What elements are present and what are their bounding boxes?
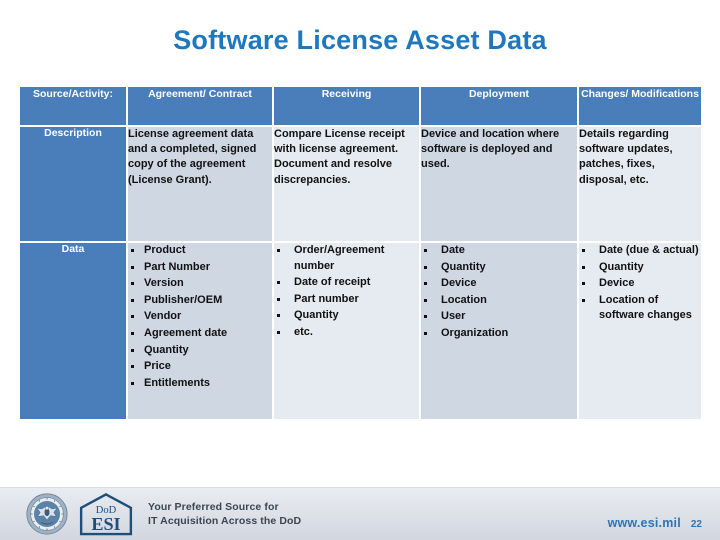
list-item: Quantity (128, 343, 272, 359)
footer-branding: DoD ESI Your Preferred Source for IT Acq… (26, 492, 301, 536)
list-item: Product (128, 243, 272, 259)
list-item: Entitlements (128, 376, 272, 392)
bullet-list-deployment: Date Quantity Device Location User Organ… (421, 243, 577, 342)
list-item: Date (due & actual) (579, 243, 701, 259)
list-item: Publisher/OEM (128, 293, 272, 309)
page-title: Software License Asset Data (173, 25, 547, 55)
column-header-deployment: Deployment (421, 87, 577, 125)
software-license-asset-table: Source/Activity: Agreement/ Contract Rec… (18, 85, 701, 421)
list-item: Quantity (274, 308, 419, 324)
footer-tagline-line2: IT Acquisition Across the DoD (148, 515, 302, 527)
table-row-description: Description License agreement data and a… (20, 127, 701, 241)
column-header-source-activity: Source/Activity: (20, 87, 126, 125)
list-item: Vendor (128, 309, 272, 325)
list-item: Part number (274, 292, 419, 308)
list-item: Location of software changes (579, 293, 701, 324)
list-item: Version (128, 276, 272, 292)
list-item: Price (128, 359, 272, 375)
list-item: Date of receipt (274, 275, 419, 291)
list-item: Date (421, 243, 577, 259)
list-item: Order/Agreement number (274, 243, 419, 274)
list-item: User (421, 309, 577, 325)
footer-meta: www.esi.mil 22 (608, 516, 702, 530)
list-item: Quantity (579, 260, 701, 276)
cell-data-deployment: Date Quantity Device Location User Organ… (421, 243, 577, 419)
bullet-list-changes-modifications: Date (due & actual) Quantity Device Loca… (579, 243, 701, 324)
slide: Software License Asset Data Source/Activ… (0, 0, 720, 540)
cell-data-receiving: Order/Agreement number Date of receipt P… (274, 243, 419, 419)
page-number: 22 (690, 519, 702, 530)
bullet-list-agreement-contract: Product Part Number Version Publisher/OE… (128, 243, 272, 391)
footer-tagline: Your Preferred Source for IT Acquisition… (144, 500, 301, 528)
cell-description-changes-modifications: Details regarding software updates, patc… (579, 127, 701, 241)
footer-tagline-line1: Your Preferred Source for (148, 500, 279, 513)
list-item: Agreement date (128, 326, 272, 342)
column-header-agreement-contract: Agreement/ Contract (128, 87, 272, 125)
list-item: Device (421, 276, 577, 292)
cell-description-receiving: Compare License receipt with license agr… (274, 127, 419, 241)
row-label-description: Description (20, 127, 126, 241)
asset-data-table: Source/Activity: Agreement/ Contract Rec… (18, 85, 703, 421)
list-item: Device (579, 276, 701, 292)
svg-text:ESI: ESI (91, 514, 120, 534)
cell-description-deployment: Device and location where software is de… (421, 127, 577, 241)
cell-data-changes-modifications: Date (due & actual) Quantity Device Loca… (579, 243, 701, 419)
list-item: Part Number (128, 260, 272, 276)
column-header-changes-modifications: Changes/ Modifications (579, 87, 701, 125)
site-url-link[interactable]: www.esi.mil (608, 516, 681, 530)
row-label-data: Data (20, 243, 126, 419)
list-item: Organization (421, 326, 577, 342)
cell-data-agreement-contract: Product Part Number Version Publisher/OE… (128, 243, 272, 419)
dod-seal-icon (26, 493, 68, 535)
bullet-list-receiving: Order/Agreement number Date of receipt P… (274, 243, 419, 341)
dod-esi-logo-icon: DoD ESI (79, 493, 133, 536)
list-item: etc. (274, 325, 419, 341)
column-header-receiving: Receiving (274, 87, 419, 125)
table-row-data: Data Product Part Number Version Publish… (20, 243, 701, 419)
slide-footer: DoD ESI Your Preferred Source for IT Acq… (0, 487, 720, 540)
list-item: Quantity (421, 260, 577, 276)
cell-description-agreement-contract: License agreement data and a completed, … (128, 127, 272, 241)
table-header-row: Source/Activity: Agreement/ Contract Rec… (20, 87, 701, 125)
list-item: Location (421, 293, 577, 309)
